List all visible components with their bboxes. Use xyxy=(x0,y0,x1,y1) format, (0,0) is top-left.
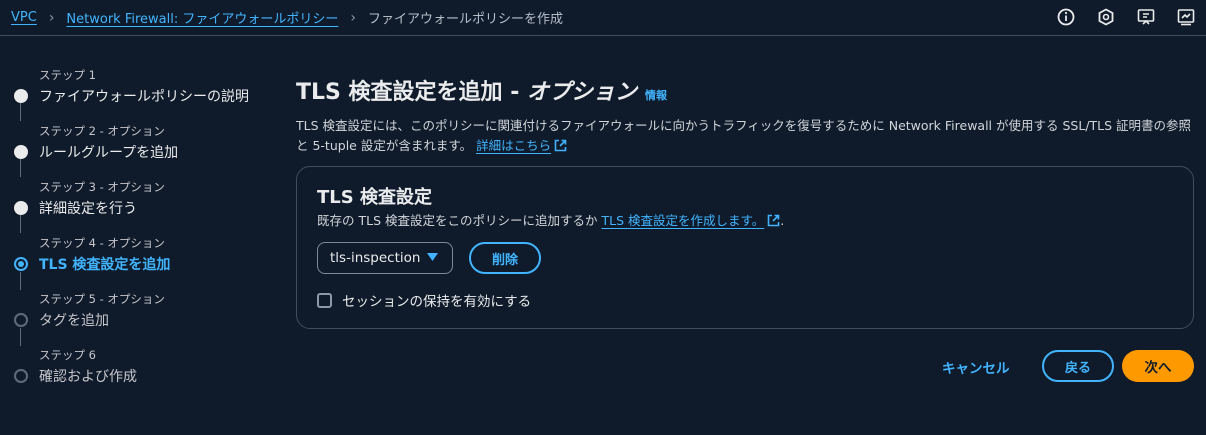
card-description-end: . xyxy=(780,213,785,228)
page-description: TLS 検査設定には、このポリシーに関連付けるファイアウォールに向かうトラフィッ… xyxy=(296,116,1194,156)
session-holding-label: セッションの保持を有効にする xyxy=(342,294,532,310)
main-content: TLS 検査設定を追加 - オプション 情報 TLS 検査設定には、このポリシー… xyxy=(296,74,1194,382)
step-caption: ステップ 4 - オプション xyxy=(39,236,165,250)
step-connector xyxy=(20,215,21,233)
step-caption: ステップ 5 - オプション xyxy=(39,292,165,306)
breadcrumb-firewall-policies[interactable]: Network Firewall: ファイアウォールポリシー xyxy=(66,8,338,27)
step-connector xyxy=(20,103,21,121)
wizard-footer: キャンセル 戻る 次へ xyxy=(296,350,1194,382)
card-description: 既存の TLS 検査設定をこのポリシーに追加するか TLS 検査設定を作成します… xyxy=(317,210,784,229)
create-tls-config-link[interactable]: TLS 検査設定を作成します。 xyxy=(601,213,780,228)
step-done-dot xyxy=(14,145,28,159)
info-circle-icon[interactable] xyxy=(1056,7,1076,27)
page-title-main: TLS 検査設定を追加 - xyxy=(296,80,527,105)
page-title-text: TLS 検査設定を追加 - オプション xyxy=(296,74,637,106)
page-title-optional: オプション xyxy=(526,80,637,105)
breadcrumb-current: ファイアウォールポリシーを作成 xyxy=(367,12,563,27)
learn-more-label: 詳細はこちら xyxy=(476,138,552,153)
step-future-dot xyxy=(14,313,28,327)
step-title[interactable]: 詳細設定を行う xyxy=(39,198,137,218)
step-future-dot xyxy=(14,369,28,383)
feedback-screen-icon[interactable] xyxy=(1136,7,1156,27)
info-link[interactable]: 情報 xyxy=(645,87,667,103)
step-title[interactable]: ファイアウォールポリシーの説明 xyxy=(39,86,249,106)
chevron-right-icon: › xyxy=(350,9,356,26)
external-link-icon xyxy=(767,214,780,227)
caret-down-icon xyxy=(427,253,438,261)
step-connector xyxy=(20,328,21,346)
card-title: TLS 検査設定 xyxy=(317,187,432,208)
step-title[interactable]: ルールグループを追加 xyxy=(39,142,178,162)
step-caption: ステップ 6 xyxy=(39,348,96,362)
back-button[interactable]: 戻る xyxy=(1042,350,1114,382)
step-done-dot xyxy=(14,201,28,215)
session-holding-checkbox[interactable] xyxy=(317,292,332,308)
step-done-dot xyxy=(14,89,28,103)
step-current-dot xyxy=(14,257,28,271)
card-description-text: 既存の TLS 検査設定をこのポリシーに追加するか xyxy=(317,213,602,228)
next-button[interactable]: 次へ xyxy=(1122,350,1194,382)
tls-config-select-value: tls-inspection xyxy=(330,250,421,266)
chevron-right-icon: › xyxy=(48,9,55,26)
step-title: 確認および作成 xyxy=(39,369,137,385)
step-title: タグを追加 xyxy=(39,313,109,329)
step-caption: ステップ 2 - オプション xyxy=(39,124,165,138)
step-connector xyxy=(20,159,21,177)
tls-config-select[interactable]: tls-inspection xyxy=(317,242,453,274)
dashboard-screen-icon[interactable] xyxy=(1176,7,1196,27)
hexagon-settings-icon[interactable] xyxy=(1096,7,1116,27)
page-title: TLS 検査設定を追加 - オプション 情報 xyxy=(296,74,1194,106)
breadcrumb-vpc[interactable]: VPC xyxy=(11,10,37,25)
step-caption: ステップ 1 xyxy=(39,68,96,82)
cancel-button[interactable]: キャンセル xyxy=(942,357,1010,377)
page-description-text: TLS 検査設定には、このポリシーに関連付けるファイアウォールに向かうトラフィッ… xyxy=(296,118,1192,153)
learn-more-link[interactable]: 詳細はこちら xyxy=(476,138,567,153)
top-bar: VPC › Network Firewall: ファイアウォールポリシー › フ… xyxy=(0,0,1206,36)
step-caption: ステップ 3 - オプション xyxy=(39,180,165,194)
breadcrumb: VPC › Network Firewall: ファイアウォールポリシー › フ… xyxy=(0,8,563,28)
create-tls-config-label: TLS 検査設定を作成します。 xyxy=(601,213,765,228)
top-toolbar xyxy=(1056,7,1196,27)
external-link-icon xyxy=(554,139,567,152)
step-connector xyxy=(20,272,21,290)
step-title-current: TLS 検査設定を追加 xyxy=(39,257,171,273)
delete-button[interactable]: 削除 xyxy=(469,242,541,274)
tls-inspection-card: TLS 検査設定 既存の TLS 検査設定をこのポリシーに追加するか TLS 検… xyxy=(296,166,1194,329)
session-holding-option: セッションの保持を有効にする xyxy=(317,290,531,310)
